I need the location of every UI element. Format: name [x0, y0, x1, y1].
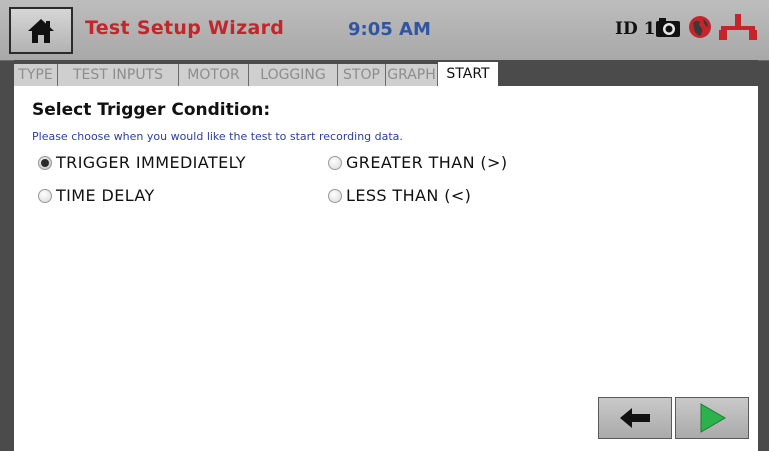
tab-logging[interactable]: LOGGING [249, 64, 338, 86]
tab-test-inputs[interactable]: TEST INPUTS [58, 64, 179, 86]
option-label: TRIGGER IMMEDIATELY [56, 153, 246, 172]
globe-icon[interactable] [688, 15, 712, 39]
option-less-than[interactable]: LESS THAN (<) [328, 186, 471, 205]
radio-button[interactable] [38, 188, 52, 203]
option-label: TIME DELAY [56, 186, 155, 205]
tab-type[interactable]: TYPE [14, 64, 58, 86]
back-button[interactable] [598, 397, 672, 439]
home-button[interactable] [9, 7, 73, 54]
option-greater-than[interactable]: GREATER THAN (>) [328, 153, 508, 172]
back-arrow-icon [620, 408, 650, 428]
home-icon [28, 18, 54, 43]
network-icon[interactable] [717, 13, 761, 41]
tab-graph[interactable]: GRAPH [386, 64, 438, 86]
option-label: GREATER THAN (>) [346, 153, 508, 172]
header-bar: Test Setup Wizard 9:05 AM ID 1 [0, 0, 769, 61]
section-title: Select Trigger Condition: [32, 100, 271, 120]
clock-display: 9:05 AM [348, 19, 431, 40]
radio-button[interactable] [328, 155, 342, 170]
tab-start[interactable]: START [438, 62, 498, 88]
app-window: Test Setup Wizard 9:05 AM ID 1 TYPE TEST… [0, 0, 769, 451]
start-panel: Select Trigger Condition: Please choose … [14, 86, 758, 451]
camera-icon[interactable] [655, 15, 681, 39]
device-id: ID 1 [615, 19, 656, 39]
next-button[interactable] [675, 397, 749, 439]
tab-motor[interactable]: MOTOR [179, 64, 249, 86]
option-label: LESS THAN (<) [346, 186, 472, 205]
wizard-tabs: TYPE TEST INPUTS MOTOR LOGGING STOP GRAP… [14, 60, 758, 88]
radio-button-selected[interactable] [38, 155, 52, 170]
instruction-text: Please choose when you would like the te… [32, 130, 403, 143]
tab-stop[interactable]: STOP [338, 64, 386, 86]
radio-button[interactable] [328, 188, 342, 203]
wizard-title: Test Setup Wizard [85, 17, 285, 39]
next-play-icon [700, 403, 726, 433]
option-trigger-immediately[interactable]: TRIGGER IMMEDIATELY [38, 153, 246, 172]
option-time-delay[interactable]: TIME DELAY [38, 186, 155, 205]
